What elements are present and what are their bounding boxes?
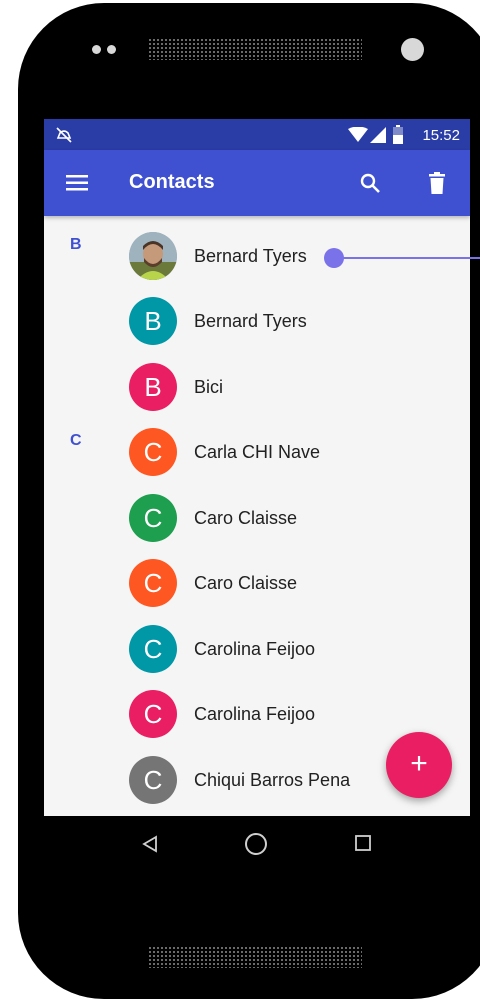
search-icon[interactable] xyxy=(360,173,380,193)
contact-row[interactable]: B Bernard Tyers xyxy=(44,289,470,354)
contact-name: Caro Claisse xyxy=(194,573,298,593)
sensor-dot xyxy=(107,45,116,54)
do-not-disturb-icon xyxy=(56,127,72,143)
contact-name: Carolina Feijoo xyxy=(194,639,316,659)
callout-line xyxy=(335,257,480,259)
front-camera xyxy=(401,38,424,61)
sensor-dot xyxy=(92,45,101,54)
earpiece-speaker xyxy=(148,38,362,60)
contact-name: Bernard Tyers xyxy=(194,246,307,266)
contact-row[interactable]: B Bici xyxy=(44,355,470,420)
contact-name: Carla CHI Nave xyxy=(194,442,321,462)
navigation-bar xyxy=(44,816,470,872)
avatar-initial: C xyxy=(143,699,163,729)
avatar-initial: C xyxy=(143,503,163,533)
person-photo-icon xyxy=(129,232,177,280)
contact-name: Chiqui Barros Pena xyxy=(194,770,351,790)
app-bar: Contacts xyxy=(44,150,470,216)
page-title: Contacts xyxy=(129,171,215,193)
status-time: 15:52 xyxy=(422,127,460,144)
add-contact-button[interactable]: + xyxy=(386,732,452,798)
avatar-initial: C xyxy=(143,765,163,795)
contact-avatar: C xyxy=(129,690,177,738)
contact-name: Caro Claisse xyxy=(194,508,298,528)
contact-avatar-photo xyxy=(129,232,177,280)
callout-dot xyxy=(324,248,344,268)
recents-icon[interactable] xyxy=(355,835,371,851)
delete-icon[interactable] xyxy=(429,172,445,194)
contact-name: Bici xyxy=(194,377,224,397)
screen: 15:52 Contacts B C Bernard Tyers B Berna… xyxy=(44,119,470,816)
avatar-initial: B xyxy=(144,372,162,402)
contact-row[interactable]: C Carla CHI Nave xyxy=(44,420,470,485)
cell-signal-icon xyxy=(370,127,386,143)
add-icon: + xyxy=(410,747,428,780)
avatar-initial: B xyxy=(144,306,162,336)
contact-row[interactable]: C Caro Claisse xyxy=(44,551,470,616)
avatar-initial: C xyxy=(143,634,163,664)
bottom-speaker xyxy=(148,946,362,968)
contact-avatar: C xyxy=(129,756,177,804)
contact-row[interactable]: C Caro Claisse xyxy=(44,486,470,551)
back-icon[interactable] xyxy=(142,835,158,853)
avatar-initial: C xyxy=(143,437,163,467)
contact-name: Bernard Tyers xyxy=(194,311,307,331)
contact-row[interactable]: C Carolina Feijoo xyxy=(44,617,470,682)
contact-avatar: C xyxy=(129,494,177,542)
home-icon[interactable] xyxy=(244,832,268,856)
battery-icon xyxy=(393,125,403,144)
contact-avatar: B xyxy=(129,363,177,411)
avatar-initial: C xyxy=(143,568,163,598)
wifi-icon xyxy=(348,127,368,142)
contact-avatar: C xyxy=(129,559,177,607)
status-bar: 15:52 xyxy=(44,119,470,150)
contact-avatar: C xyxy=(129,625,177,673)
contact-avatar: C xyxy=(129,428,177,476)
contact-avatar: B xyxy=(129,297,177,345)
menu-icon[interactable] xyxy=(66,174,88,192)
contact-name: Carolina Feijoo xyxy=(194,704,316,724)
